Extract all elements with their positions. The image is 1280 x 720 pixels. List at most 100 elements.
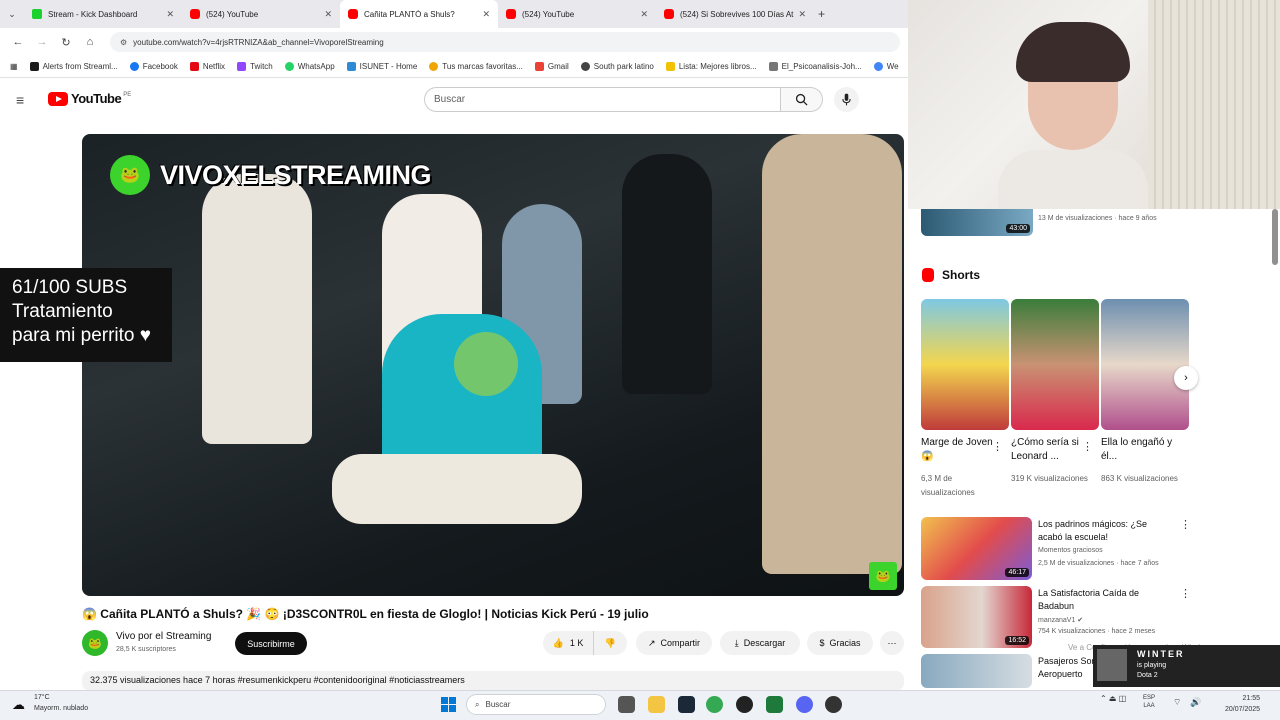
taskbar	[0, 690, 1280, 720]
recommended-thumbnail[interactable]	[921, 654, 1032, 688]
bookmark-item[interactable]: Twitch	[237, 62, 273, 71]
bookmarks-bar: ▦ Alerts from Streaml... Facebook Netfli…	[0, 56, 908, 78]
scrollbar[interactable]	[1272, 209, 1278, 265]
back-icon[interactable]: ←	[6, 36, 30, 48]
video-frame-balloon	[454, 332, 518, 396]
close-tab-icon[interactable]: ✕	[798, 9, 806, 20]
new-tab-button[interactable]: +	[818, 7, 825, 21]
channel-avatar[interactable]: 🐸	[82, 630, 108, 656]
taskbar-clock[interactable]: 21:55 20/07/2025	[1225, 693, 1260, 715]
reload-icon[interactable]: ↻	[54, 36, 78, 49]
tab-title: Stream - Kick Dashboard	[48, 9, 138, 19]
video-menu-icon[interactable]: ⋮	[1180, 518, 1191, 531]
short-thumbnail[interactable]	[1101, 299, 1189, 430]
apps-icon[interactable]: ▦	[10, 62, 18, 71]
weather-icon[interactable]: ☁	[12, 697, 25, 713]
weather-condition[interactable]: Mayorm. nublado	[34, 705, 88, 712]
voice-search-button[interactable]	[834, 87, 859, 112]
bookmark-item[interactable]: Lista: Mejores libros...	[665, 62, 757, 71]
netflix-icon	[189, 62, 199, 71]
short-title[interactable]: Marge de Joven 😱	[921, 436, 993, 464]
chrome-icon[interactable]	[706, 696, 723, 713]
home-icon[interactable]: ⌂	[78, 36, 102, 48]
download-button[interactable]: ⤓ Descargar	[720, 631, 800, 655]
subscriber-count: 28,5 K suscriptores	[116, 646, 176, 653]
short-menu-icon[interactable]: ⋮	[1082, 440, 1093, 453]
video-player[interactable]	[82, 134, 904, 596]
video-menu-icon[interactable]: ⋮	[1180, 587, 1191, 600]
short-thumbnail[interactable]	[1011, 299, 1099, 430]
steam-icon[interactable]	[678, 696, 695, 713]
recommended-channel[interactable]: Momentos graciosos	[1038, 547, 1103, 554]
search-icon: ⌕	[475, 699, 480, 709]
network-icon[interactable]: ⌔	[1173, 697, 1181, 708]
browser-tab[interactable]: (524) YouTube ✕	[498, 0, 656, 28]
weather-temperature[interactable]: 17°C	[34, 694, 50, 701]
recommended-thumbnail[interactable]: 16:52	[921, 586, 1032, 648]
bookmark-item[interactable]: Gmail	[534, 62, 569, 71]
video-description[interactable]: 32.375 visualizaciones hace 7 horas #res…	[82, 671, 904, 691]
spreadsheet-icon[interactable]	[766, 696, 783, 713]
like-button[interactable]: 👍 1 K	[543, 631, 593, 655]
chevron-right-icon[interactable]: ›	[1174, 366, 1198, 390]
thanks-button[interactable]: $ Gracias	[807, 631, 873, 655]
bookmark-item[interactable]: ISUNET - Home	[346, 62, 417, 71]
gmail-icon	[534, 62, 544, 71]
short-thumbnail[interactable]	[921, 299, 1009, 430]
menu-icon[interactable]: ≡	[16, 92, 24, 108]
bookmark-item[interactable]: Netflix	[189, 62, 225, 71]
address-bar[interactable]: ⚙ youtube.com/watch?v=4rjsRTRNIZA&ab_cha…	[110, 32, 900, 52]
recommended-channel[interactable]: manzanaV1 ✔	[1038, 616, 1083, 624]
browser-tab[interactable]: Stream - Kick Dashboard ✕	[24, 0, 182, 28]
close-tab-icon[interactable]: ✕	[640, 9, 648, 20]
windows-start-icon[interactable]	[441, 697, 456, 712]
recommended-title[interactable]: La Satisfactoria Caída de Badabun	[1038, 587, 1173, 613]
browser-tab-active[interactable]: Cañita PLANTÓ a Shuls? ✕	[340, 0, 498, 28]
browser-tab[interactable]: (524) Si Sobrevives 100 Días At ✕	[656, 0, 814, 28]
search-button[interactable]	[781, 87, 823, 112]
subscribe-button[interactable]: Suscribirme	[235, 632, 307, 655]
search-input[interactable]: Buscar	[424, 87, 781, 112]
youtube-logo[interactable]: YouTube PE	[48, 91, 131, 106]
forward-icon[interactable]: →	[30, 36, 54, 48]
shorts-heading: Shorts	[942, 268, 981, 282]
bookmark-item[interactable]: Alerts from Streaml...	[29, 62, 118, 71]
bookmark-item[interactable]: WhatsApp	[284, 62, 335, 71]
recommended-thumbnail[interactable]: 46:17	[921, 517, 1032, 580]
tab-search-chevron-icon[interactable]: ⌄	[0, 9, 24, 20]
close-tab-icon[interactable]: ✕	[324, 9, 332, 20]
bookmark-item[interactable]: Facebook	[129, 62, 178, 71]
more-actions-button[interactable]: ⋯	[880, 631, 904, 655]
channel-watermark-logo: 🐸	[110, 155, 150, 195]
video-frame-person	[202, 174, 312, 444]
file-explorer-icon[interactable]	[648, 696, 665, 713]
short-menu-icon[interactable]: ⋮	[992, 440, 1003, 453]
volume-icon[interactable]: 🔊	[1190, 697, 1201, 708]
recommended-title[interactable]: Los padrinos mágicos: ¿Se acabó la escue…	[1038, 518, 1173, 544]
channel-name[interactable]: Vivo por el Streaming	[116, 631, 211, 642]
bookmark-item[interactable]: El_Psicoanalisis-Joh...	[768, 62, 862, 71]
duration-badge: 46:17	[1005, 568, 1029, 577]
bookmark-item[interactable]: Tus marcas favoritas...	[429, 62, 523, 71]
short-title[interactable]: Ella lo engañó y él...	[1101, 436, 1173, 464]
discord-icon[interactable]	[796, 696, 813, 713]
short-title[interactable]: ¿Cómo sería si Leonard ...	[1011, 436, 1083, 464]
taskbar-search[interactable]: ⌕ Buscar	[466, 694, 606, 715]
close-tab-icon[interactable]: ✕	[482, 9, 490, 20]
close-tab-icon[interactable]: ✕	[166, 9, 174, 20]
bookmark-item[interactable]: South park latino	[580, 62, 654, 71]
site-info-icon[interactable]: ⚙	[120, 38, 127, 47]
duration-badge: 16:52	[1005, 636, 1029, 645]
share-button[interactable]: ↗ Compartir	[636, 631, 712, 655]
language-indicator[interactable]: ESP LAA	[1143, 694, 1155, 710]
video-frame-person	[622, 154, 712, 394]
bookmark-item[interactable]: We	[873, 62, 899, 71]
system-tray-icons[interactable]: ⌃ ⏏ ◫	[1100, 694, 1126, 703]
recommended-thumbnail[interactable]: 43:00	[921, 209, 1033, 236]
dislike-button[interactable]: 👎	[593, 631, 627, 655]
task-view-icon[interactable]	[618, 696, 635, 713]
app-icon[interactable]	[825, 696, 842, 713]
browser-tab[interactable]: (524) YouTube ✕	[182, 0, 340, 28]
video-corner-logo[interactable]: 🐸	[869, 562, 897, 590]
obs-icon[interactable]	[736, 696, 753, 713]
